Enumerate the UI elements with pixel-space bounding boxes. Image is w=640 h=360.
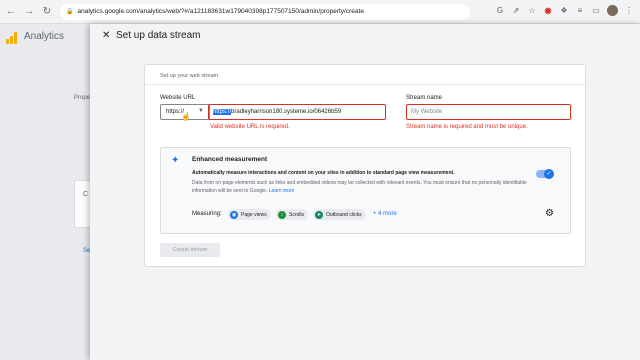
kebab-menu-icon[interactable]: ⋮ [624, 6, 634, 16]
dropdown-arrow-icon: ▼ [198, 108, 204, 114]
share-icon[interactable]: ⇗ [511, 6, 521, 16]
measuring-label: Measuring: [192, 211, 222, 217]
create-stream-button[interactable]: Create stream [160, 243, 220, 257]
panel-title: Set up data stream [116, 30, 201, 41]
url-error: Valid website URL is required. [210, 124, 290, 130]
card-heading: Set up your web stream [160, 73, 219, 79]
close-icon[interactable]: ✕ [102, 30, 110, 41]
back-icon[interactable]: ← [4, 5, 18, 19]
stream-name-error: Stream name is required and must be uniq… [406, 124, 528, 130]
stream-name-input[interactable]: My Website [406, 104, 571, 120]
list-icon[interactable]: ≡ [575, 6, 585, 16]
setup-data-stream-panel: ✕ Set up data stream Set up your web str… [90, 24, 640, 360]
chip-label: Page views [241, 211, 267, 218]
address-url: analytics.google.com/analytics/web/?#/a1… [77, 8, 364, 15]
address-bar[interactable]: 🔒 analytics.google.com/analytics/web/?#/… [60, 3, 470, 20]
enhanced-description: Data from on-page elements such as links… [192, 179, 532, 195]
chip-label: Outbound clicks [326, 211, 362, 218]
stream-name-placeholder: My Website [411, 109, 443, 115]
chip-outbound-clicks: ➤ Outbound clicks [313, 209, 366, 220]
forward-icon[interactable]: → [22, 5, 36, 19]
browser-extensions: G ⇗ ☆ ◉ ❖ ≡ ▭ ⋮ [495, 5, 634, 16]
lock-icon: 🔒 [66, 9, 74, 15]
profile-avatar[interactable] [607, 5, 618, 16]
stream-name-label: Stream name [406, 95, 443, 101]
sidebar-icon[interactable]: ▭ [591, 6, 601, 16]
reload-icon[interactable]: ↻ [40, 5, 54, 19]
chip-scrolls: ↕ Scrolls [276, 209, 309, 220]
browser-toolbar: ← → ↻ 🔒 analytics.google.com/analytics/w… [0, 0, 640, 24]
google-icon[interactable]: G [495, 6, 505, 16]
mouse-cursor-icon: ☝ [181, 112, 191, 121]
protocol-select[interactable]: https:// ▼ ☝ [160, 104, 210, 121]
eye-icon: ◉ [230, 210, 238, 219]
website-url-input[interactable]: https://bradleyharrison180.systeme.io/06… [208, 104, 386, 120]
enhanced-description-text: Data from on-page elements such as links… [192, 180, 527, 194]
analytics-logo-icon [6, 32, 17, 44]
more-measurements-link[interactable]: + 4 more [373, 211, 397, 217]
check-icon: ✓ [544, 169, 554, 179]
cursor-click-icon: ➤ [315, 210, 323, 219]
background-card-letter: C [83, 191, 89, 198]
url-selected-text: https:// [213, 109, 232, 115]
url-text: bradleyharrison180.systeme.io/06426b59 [231, 109, 342, 115]
web-stream-card: Set up your web stream Website URL https… [144, 64, 587, 267]
gear-icon[interactable]: ⚙ [545, 208, 554, 219]
enhanced-measurement-toggle[interactable]: ✓ [536, 169, 554, 179]
chip-label: Scrolls [289, 211, 305, 218]
sparkle-icon: ✦ [171, 155, 180, 166]
learn-more-link[interactable]: Learn more [269, 188, 295, 194]
enhanced-measurement-title: Enhanced measurement [192, 156, 268, 163]
panel-header: ✕ Set up data stream [90, 24, 640, 48]
star-icon[interactable]: ☆ [527, 6, 537, 16]
app-title: Analytics [24, 31, 65, 42]
enhanced-measurement-section: ✦ Enhanced measurement Automatically mea… [160, 147, 571, 234]
divider [145, 84, 587, 85]
extension-red-icon[interactable]: ◉ [543, 6, 553, 16]
enhanced-description-bold: Automatically measure interactions and c… [192, 170, 455, 176]
puzzle-icon[interactable]: ❖ [559, 6, 569, 16]
chip-page-views: ◉ Page views [228, 209, 271, 220]
scroll-icon: ↕ [278, 210, 286, 219]
background-property-label: Prope [74, 95, 91, 101]
website-url-label: Website URL [160, 95, 196, 101]
